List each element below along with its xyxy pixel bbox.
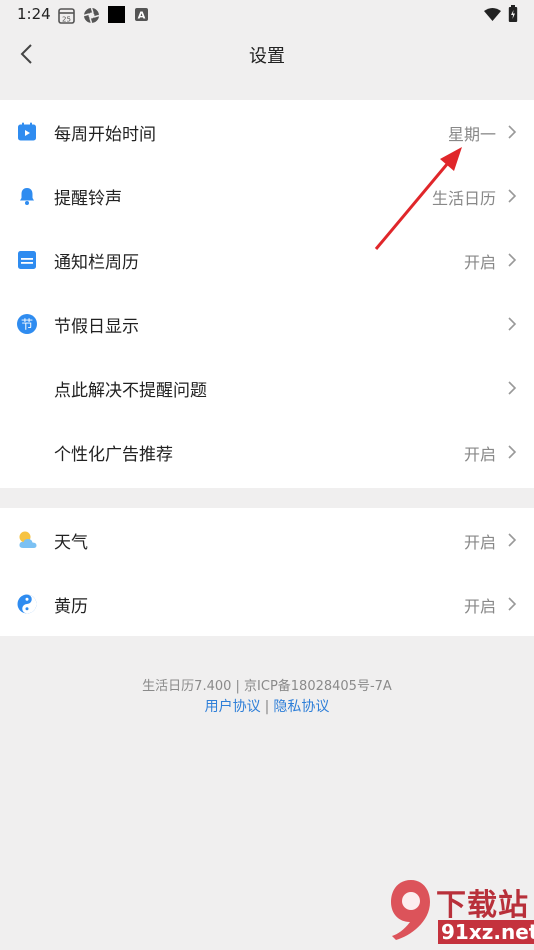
status-bar: 1:24 25 A: [0, 0, 534, 30]
notification-calendar-icon: [18, 251, 36, 269]
chevron-right-icon: [508, 317, 517, 331]
watermark-logo-icon: [391, 880, 430, 940]
setting-label: 天气: [54, 533, 88, 553]
footer-links: 用户协议 | 隐私协议: [0, 696, 534, 716]
calendar-icon: [18, 122, 36, 141]
chevron-right-icon: [508, 381, 517, 395]
watermark-text-1: 下载站: [436, 888, 529, 923]
setting-almanac[interactable]: 黄历 开启: [0, 572, 534, 636]
header: 设置: [0, 30, 534, 80]
watermark: 下载站 91xz.net: [388, 878, 534, 950]
setting-label: 节假日显示: [54, 317, 139, 337]
footer-version: 生活日历7.400 | 京ICP备18028405号-7A: [142, 679, 392, 694]
calendar-status-icon: 25: [58, 8, 75, 24]
user-agreement-link[interactable]: 用户协议: [205, 699, 261, 715]
annotation-arrow: [374, 147, 462, 250]
setting-weather[interactable]: 天气 开启: [0, 508, 534, 572]
svg-text:A: A: [138, 11, 146, 22]
weather-icon: [19, 531, 37, 548]
calendar-status-day: 25: [62, 16, 71, 24]
setting-label: 提醒铃声: [54, 189, 122, 209]
holiday-icon-text: 节: [21, 318, 33, 332]
watermark-text-2: 91xz.net: [438, 920, 534, 944]
setting-value: 星期一: [447, 125, 496, 144]
chevron-right-icon: [508, 125, 517, 139]
battery-icon: [508, 5, 518, 22]
setting-label: 个性化广告推荐: [54, 445, 173, 465]
holiday-icon: 节: [17, 314, 37, 334]
chevron-right-icon: [508, 253, 517, 267]
chevron-right-icon: [508, 445, 517, 459]
setting-holiday-display[interactable]: 节 节假日显示: [0, 292, 534, 356]
wifi-icon: [484, 8, 501, 21]
settings-card-extras: 天气 开启 黄历 开启: [0, 508, 534, 636]
page-title: 设置: [249, 46, 285, 67]
setting-value: 开启: [463, 445, 496, 464]
bell-icon: [20, 188, 34, 205]
chevron-right-icon: [508, 597, 517, 611]
chevron-right-icon: [508, 189, 517, 203]
setting-fix-reminder[interactable]: 点此解决不提醒问题: [0, 356, 534, 420]
setting-label: 黄历: [54, 597, 88, 617]
chevron-right-icon: [508, 533, 517, 547]
setting-label: 通知栏周历: [54, 253, 139, 273]
privacy-policy-link[interactable]: 隐私协议: [273, 699, 329, 715]
footer-link-separator: |: [264, 699, 270, 715]
setting-label: 每周开始时间: [54, 125, 156, 145]
setting-label: 点此解决不提醒问题: [54, 381, 207, 401]
black-square-status-icon: [108, 6, 125, 23]
setting-personalized-ads[interactable]: 个性化广告推荐 开启: [0, 420, 534, 484]
a-status-icon: A: [135, 8, 148, 21]
yin-yang-icon: [17, 594, 37, 614]
setting-value: 开启: [463, 597, 496, 616]
status-time: 1:24: [17, 5, 51, 23]
setting-value: 开启: [463, 533, 496, 552]
aperture-status-icon: [83, 7, 100, 24]
